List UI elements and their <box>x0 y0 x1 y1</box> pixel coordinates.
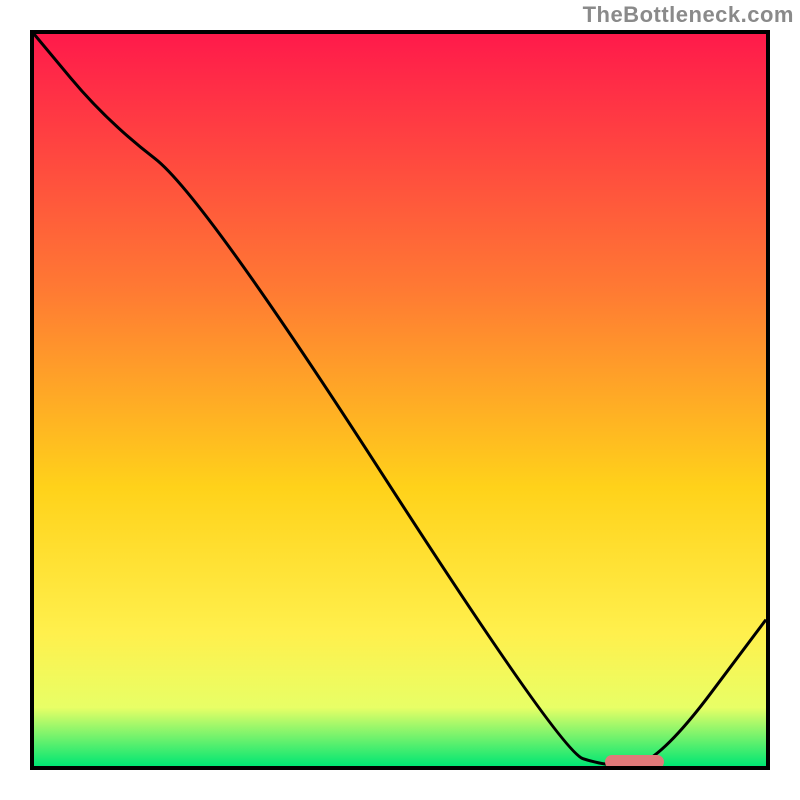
bottleneck-curve <box>34 34 766 766</box>
curve-path <box>34 34 766 766</box>
chart-stage: TheBottleneck.com <box>0 0 800 800</box>
plot-frame <box>30 30 770 770</box>
watermark-text: TheBottleneck.com <box>583 2 794 28</box>
optimal-range-marker <box>605 755 664 769</box>
